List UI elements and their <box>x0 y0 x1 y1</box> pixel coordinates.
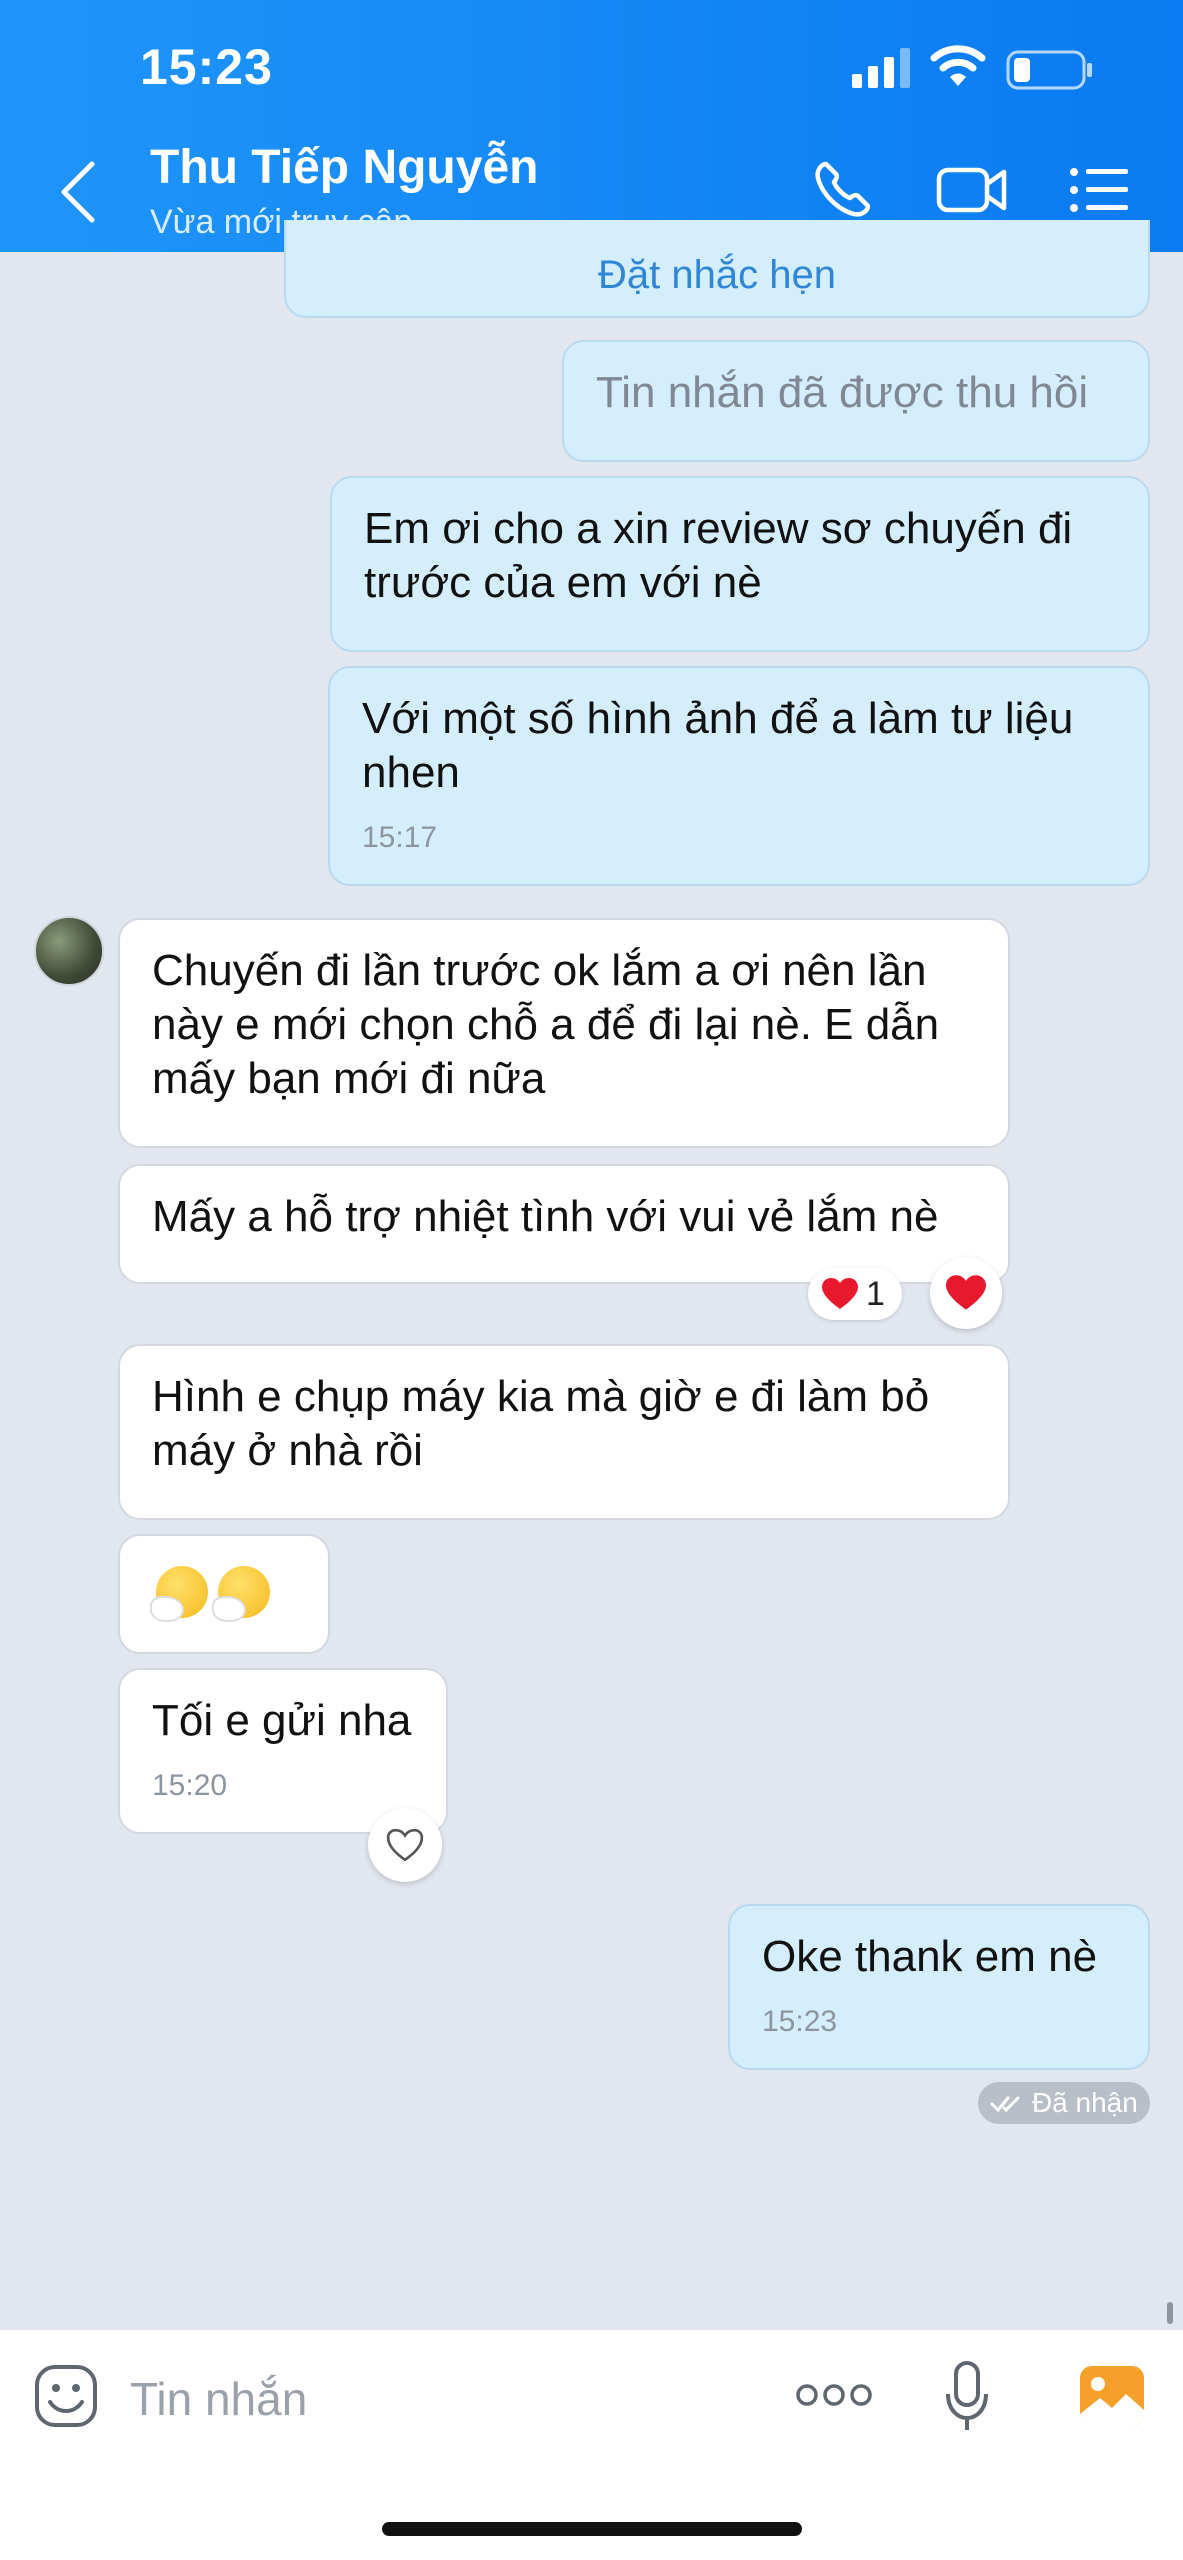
react-button[interactable] <box>368 1808 442 1882</box>
double-check-icon <box>990 2096 1020 2113</box>
reaction-count[interactable]: 1 <box>808 1268 902 1320</box>
signal-icon <box>852 48 910 88</box>
status-time: 15:23 <box>140 39 273 95</box>
message-text: Hình e chụp máy kia mà giờ e đi làm bỏ m… <box>152 1372 930 1475</box>
scrollbar[interactable] <box>1167 2302 1173 2324</box>
message-text: Tối e gửi nha <box>152 1696 412 1745</box>
outgoing-message[interactable]: Oke thank em nè 15:23 <box>728 1904 1150 2070</box>
contact-avatar[interactable] <box>34 916 104 986</box>
react-button[interactable] <box>930 1257 1002 1329</box>
back-arrow-icon[interactable] <box>56 158 100 226</box>
incoming-message[interactable]: Hình e chụp máy kia mà giờ e đi làm bỏ m… <box>118 1344 1010 1520</box>
delivery-status-text: Đã nhận <box>1031 2087 1138 2118</box>
chat-header: 15:23 Thu Tiếp Nguyễn Vừa mới truy cập <box>0 0 1183 252</box>
more-options-icon[interactable] <box>796 2380 872 2410</box>
battery-icon <box>1006 50 1092 90</box>
message-input[interactable]: Tin nhắn <box>130 2372 307 2426</box>
sneezing-face-emoji <box>212 1566 270 1622</box>
video-call-icon[interactable] <box>936 160 1008 220</box>
recalled-message[interactable]: Tin nhắn đã được thu hồi <box>562 340 1150 462</box>
heart-filled-icon <box>822 1278 858 1309</box>
outgoing-message[interactable]: Với một số hình ảnh để a làm tư liệu nhe… <box>328 666 1150 886</box>
heart-filled-icon <box>946 1275 986 1310</box>
incoming-emoji-message[interactable] <box>118 1534 330 1654</box>
sticker-emoji-icon[interactable] <box>34 2364 98 2428</box>
menu-list-icon[interactable] <box>1068 160 1130 220</box>
contact-name[interactable]: Thu Tiếp Nguyễn <box>150 140 538 195</box>
message-text: Với một số hình ảnh để a làm tư liệu nhe… <box>362 694 1074 797</box>
message-time: 15:23 <box>762 2005 838 2038</box>
recalled-text: Tin nhắn đã được thu hồi <box>596 368 1089 417</box>
delivery-status-badge: Đã nhận <box>978 2082 1150 2124</box>
reaction-count-text: 1 <box>866 1275 885 1313</box>
message-text: Oke thank em nè <box>762 1932 1098 1981</box>
reminder-card[interactable]: Đặt nhắc hẹn <box>284 220 1150 318</box>
incoming-message[interactable]: Mấy a hỗ trợ nhiệt tình với vui vẻ lắm n… <box>118 1164 1010 1284</box>
gallery-image-icon[interactable] <box>1078 2364 1146 2428</box>
message-text: Em ơi cho a xin review sơ chuyến đi trướ… <box>364 504 1073 607</box>
reminder-link[interactable]: Đặt nhắc hẹn <box>598 253 836 297</box>
home-indicator[interactable] <box>382 2522 802 2536</box>
message-time: 15:17 <box>362 821 438 854</box>
sneezing-face-emoji <box>150 1566 208 1622</box>
phone-call-icon[interactable] <box>812 160 872 220</box>
message-text: Mấy a hỗ trợ nhiệt tình với vui vẻ lắm n… <box>152 1192 939 1241</box>
incoming-message[interactable]: Chuyến đi lần trước ok lắm a ơi nên lần … <box>118 918 1010 1148</box>
wifi-icon <box>930 45 986 86</box>
microphone-icon[interactable] <box>944 2360 990 2432</box>
heart-outline-icon <box>386 1828 424 1862</box>
message-text: Chuyến đi lần trước ok lắm a ơi nên lần … <box>152 946 940 1103</box>
message-time: 15:20 <box>152 1769 228 1802</box>
outgoing-message[interactable]: Em ơi cho a xin review sơ chuyến đi trướ… <box>330 476 1150 652</box>
